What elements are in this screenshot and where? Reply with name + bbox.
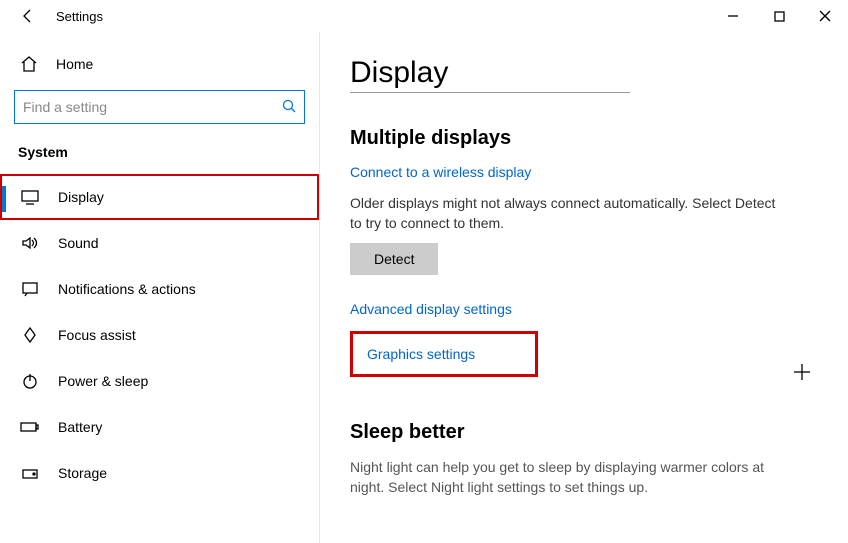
sidebar-item-display[interactable]: Display: [0, 174, 319, 220]
power-icon: [20, 372, 40, 390]
graphics-settings-link[interactable]: Graphics settings: [367, 346, 475, 362]
section-multiple-displays: Multiple displays: [350, 127, 818, 150]
sidebar-item-storage[interactable]: Storage: [0, 450, 319, 496]
battery-icon: [20, 420, 40, 434]
close-button[interactable]: [802, 0, 848, 32]
sidebar-item-label: Focus assist: [58, 327, 136, 343]
heading-underline: [350, 92, 630, 93]
sidebar-item-battery[interactable]: Battery: [0, 404, 319, 450]
sleep-better-description: Night light can help you get to sleep by…: [350, 458, 790, 497]
detect-button[interactable]: Detect: [350, 243, 438, 275]
search-box[interactable]: [14, 90, 305, 124]
sidebar-item-label: Power & sleep: [58, 373, 148, 389]
sidebar-item-label: Storage: [58, 465, 107, 481]
sidebar-item-label: Battery: [58, 419, 102, 435]
sound-icon: [20, 235, 40, 251]
detect-description: Older displays might not always connect …: [350, 194, 790, 233]
maximize-button[interactable]: [756, 0, 802, 32]
advanced-display-settings-link[interactable]: Advanced display settings: [350, 301, 512, 317]
main-content: Display Multiple displays Connect to a w…: [320, 32, 848, 543]
sidebar-item-label: Notifications & actions: [58, 281, 196, 297]
back-button[interactable]: [8, 0, 48, 32]
cursor-icon: [792, 362, 812, 387]
sidebar-item-sound[interactable]: Sound: [0, 220, 319, 266]
minimize-button[interactable]: [710, 0, 756, 32]
page-title: Display: [350, 56, 818, 90]
highlight-box: Graphics settings: [350, 331, 538, 377]
sidebar-section-label: System: [0, 138, 319, 174]
sidebar-item-focus-assist[interactable]: Focus assist: [0, 312, 319, 358]
focus-assist-icon: [20, 326, 40, 344]
section-sleep-better: Sleep better: [350, 421, 818, 444]
sidebar-item-notifications[interactable]: Notifications & actions: [0, 266, 319, 312]
sidebar-item-label: Sound: [58, 235, 98, 251]
notifications-icon: [20, 281, 40, 297]
storage-icon: [20, 465, 40, 481]
search-input[interactable]: [23, 99, 282, 115]
sidebar: Home System Display Sound Notification: [0, 32, 320, 543]
search-icon: [282, 99, 296, 116]
sidebar-item-label: Home: [56, 56, 93, 72]
home-icon: [20, 55, 38, 73]
sidebar-item-label: Display: [58, 189, 104, 205]
display-icon: [20, 189, 40, 205]
sidebar-item-home[interactable]: Home: [0, 44, 319, 84]
window-title: Settings: [56, 9, 103, 24]
connect-wireless-display-link[interactable]: Connect to a wireless display: [350, 164, 531, 180]
sidebar-item-power[interactable]: Power & sleep: [0, 358, 319, 404]
